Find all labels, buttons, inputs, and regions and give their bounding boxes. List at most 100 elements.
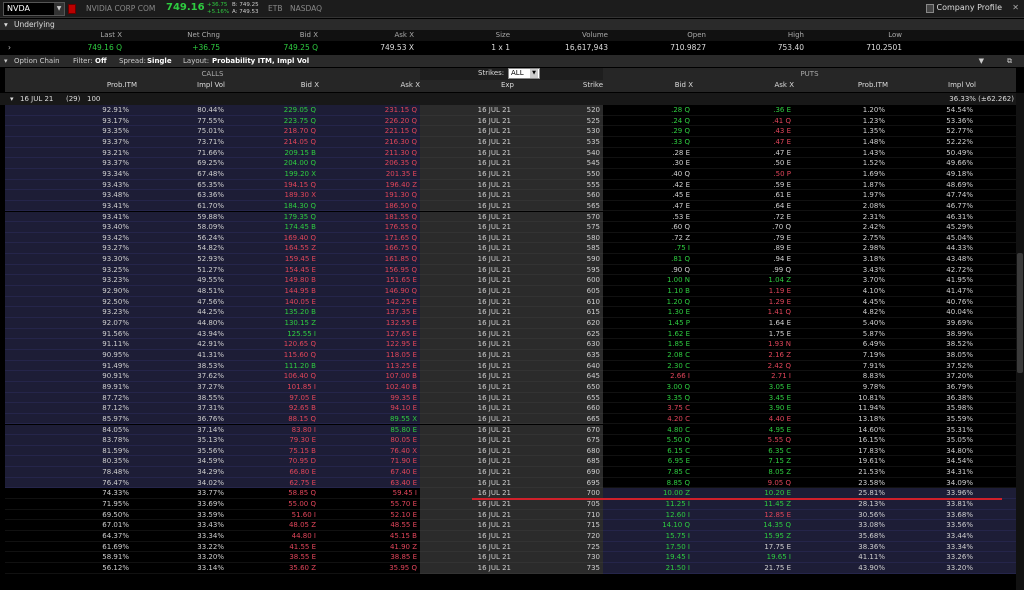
- col-call-impl-vol[interactable]: Impl Vol: [197, 81, 225, 89]
- cell-put-ask[interactable]: .89 E: [693, 243, 794, 254]
- cell-call-ask[interactable]: 137.35 E: [319, 307, 420, 318]
- collapse-icon[interactable]: ▾: [10, 93, 14, 105]
- table-row[interactable]: 89.91% 37.27% 101.85 I 102.40 B 16 JUL 21 650…: [5, 381, 1016, 393]
- close-icon[interactable]: ✕: [1012, 3, 1019, 12]
- cell-call-ask[interactable]: 186.50 Q: [319, 201, 420, 212]
- cell-put-bid[interactable]: .33 Q: [603, 137, 693, 148]
- cell-call-ask[interactable]: 67.40 E: [319, 467, 420, 478]
- cell-put-bid[interactable]: 1.85 E: [603, 339, 693, 350]
- col-put-bid[interactable]: Bid X: [675, 81, 693, 89]
- cell-put-ask[interactable]: 11.45 Z: [693, 499, 794, 510]
- cell-put-bid[interactable]: 1.45 P: [603, 318, 693, 329]
- cell-put-bid[interactable]: 2.08 C: [603, 350, 693, 361]
- cell-put-bid[interactable]: 14.10 Q: [603, 520, 693, 531]
- cell-call-ask[interactable]: 231.15 Q: [319, 105, 420, 116]
- cell-put-bid[interactable]: .81 Q: [603, 254, 693, 265]
- cell-put-bid[interactable]: .40 Q: [603, 169, 693, 180]
- cell-call-ask[interactable]: 71.90 E: [319, 456, 420, 467]
- cell-call-bid[interactable]: 75.15 B: [227, 446, 319, 457]
- table-row[interactable]: 93.23% 44.25% 135.20 B 137.35 E 16 JUL 21 615…: [5, 307, 1016, 318]
- cell-call-bid[interactable]: 149.80 B: [227, 275, 319, 286]
- table-row[interactable]: 90.91% 37.62% 106.40 Q 107.00 B 16 JUL 21 645…: [5, 371, 1016, 382]
- table-row[interactable]: 83.78% 35.13% 79.30 E 80.05 E 16 JUL 21 675 5.…: [5, 435, 1016, 446]
- table-row[interactable]: 81.59% 35.56% 75.15 B 76.40 X 16 JUL 21 680 6.…: [5, 445, 1016, 457]
- cell-call-bid[interactable]: 79.30 E: [227, 435, 319, 446]
- cell-call-ask[interactable]: 52.10 E: [319, 510, 420, 521]
- table-row[interactable]: 92.91% 80.44% 229.05 Q 231.15 Q 16 JUL 21 520…: [5, 105, 1016, 116]
- cell-call-bid[interactable]: 120.65 Q: [227, 339, 319, 350]
- symbol-dropdown-icon[interactable]: ▼: [54, 3, 64, 15]
- cell-call-ask[interactable]: 156.95 Q: [319, 265, 420, 276]
- cell-put-bid[interactable]: .60 Q: [603, 222, 693, 233]
- cell-put-bid[interactable]: 2.30 C: [603, 361, 693, 372]
- cell-call-bid[interactable]: 88.15 Q: [227, 414, 319, 425]
- cell-call-bid[interactable]: 144.95 B: [227, 286, 319, 297]
- cell-call-ask[interactable]: 76.40 X: [319, 446, 420, 457]
- cell-call-bid[interactable]: 204.00 Q: [227, 158, 319, 169]
- table-row[interactable]: 78.48% 34.29% 66.80 E 67.40 E 16 JUL 21 690 7.…: [5, 467, 1016, 478]
- chevron-down-icon[interactable]: ▼: [530, 69, 538, 78]
- cell-call-bid[interactable]: 184.30 Q: [227, 201, 319, 212]
- layout-value[interactable]: Probability ITM, Impl Vol: [212, 55, 309, 67]
- col-call-ask[interactable]: Ask X: [400, 81, 420, 89]
- scrollbar[interactable]: [1016, 93, 1024, 590]
- table-row[interactable]: 93.25% 51.27% 154.45 E 156.95 Q 16 JUL 21 595…: [5, 264, 1016, 276]
- cell-call-ask[interactable]: 99.35 E: [319, 393, 420, 404]
- cell-call-bid[interactable]: 66.80 E: [227, 467, 319, 478]
- cell-put-ask[interactable]: 21.75 E: [693, 563, 794, 574]
- cell-put-bid[interactable]: 6.95 E: [603, 456, 693, 467]
- spread-value[interactable]: Single: [147, 55, 172, 67]
- cell-call-bid[interactable]: 58.85 Q: [227, 488, 319, 499]
- cell-put-ask[interactable]: 12.85 E: [693, 510, 794, 521]
- cell-call-bid[interactable]: 41.55 E: [227, 542, 319, 553]
- header-low[interactable]: Low: [888, 31, 902, 39]
- cell-call-bid[interactable]: 164.55 Z: [227, 243, 319, 254]
- table-row[interactable]: 93.48% 63.36% 189.30 X 191.30 Q 16 JUL 21 560…: [5, 190, 1016, 201]
- table-row[interactable]: 58.91% 33.20% 38.55 E 38.85 E 16 JUL 21 730 19…: [5, 552, 1016, 563]
- cell-call-ask[interactable]: 63.40 E: [319, 478, 420, 489]
- cell-put-bid[interactable]: 4.20 C: [603, 414, 693, 425]
- cell-call-bid[interactable]: 174.45 B: [227, 222, 319, 233]
- cell-call-ask[interactable]: 38.85 E: [319, 552, 420, 563]
- cell-put-ask[interactable]: .99 Q: [693, 265, 794, 276]
- popout-icon[interactable]: ⧉: [1007, 55, 1012, 67]
- cell-call-ask[interactable]: 41.90 Z: [319, 542, 420, 553]
- header-high[interactable]: High: [788, 31, 804, 39]
- table-row[interactable]: 93.41% 59.88% 179.35 Q 181.55 Q 16 JUL 21 570…: [5, 211, 1016, 223]
- menu-icon[interactable]: ▼: [979, 55, 984, 67]
- col-exp[interactable]: Exp: [501, 81, 514, 89]
- header-ask[interactable]: Ask X: [394, 31, 414, 39]
- cell-call-ask[interactable]: 181.55 Q: [319, 212, 420, 223]
- table-row[interactable]: 91.49% 38.53% 111.20 B 113.25 E 16 JUL 21 640…: [5, 360, 1016, 372]
- cell-put-ask[interactable]: 2.71 I: [693, 371, 794, 382]
- cell-put-ask[interactable]: 17.75 E: [693, 542, 794, 553]
- cell-put-ask[interactable]: 1.04 Z: [693, 275, 794, 286]
- expiration-row[interactable]: ▾ 16 JUL 21 (29) 100 36.33% (±62.262): [0, 93, 1024, 105]
- cell-call-bid[interactable]: 154.45 E: [227, 265, 319, 276]
- table-row[interactable]: 84.05% 37.14% 83.80 I 85.80 E 16 JUL 21 670 4.…: [5, 424, 1016, 436]
- cell-call-bid[interactable]: 140.05 E: [227, 297, 319, 308]
- cell-call-ask[interactable]: 221.15 Q: [319, 126, 420, 137]
- cell-put-bid[interactable]: 15.75 I: [603, 531, 693, 542]
- cell-put-ask[interactable]: .47 E: [693, 137, 794, 148]
- cell-call-ask[interactable]: 226.20 Q: [319, 116, 420, 127]
- header-size[interactable]: Size: [496, 31, 510, 39]
- cell-put-ask[interactable]: .72 E: [693, 212, 794, 223]
- cell-call-ask[interactable]: 206.35 Q: [319, 158, 420, 169]
- cell-put-ask[interactable]: .50 E: [693, 158, 794, 169]
- table-row[interactable]: 93.23% 49.55% 149.80 B 151.65 E 16 JUL 21 600…: [5, 275, 1016, 287]
- cell-call-ask[interactable]: 80.05 E: [319, 435, 420, 446]
- header-volume[interactable]: Volume: [582, 31, 608, 39]
- cell-call-ask[interactable]: 216.30 Q: [319, 137, 420, 148]
- col-strike[interactable]: Strike: [583, 81, 603, 89]
- table-row[interactable]: 93.35% 75.01% 218.70 Q 221.15 Q 16 JUL 21 530…: [5, 126, 1016, 137]
- cell-put-ask[interactable]: 1.41 Q: [693, 307, 794, 318]
- cell-put-ask[interactable]: 7.15 Z: [693, 456, 794, 467]
- cell-call-bid[interactable]: 62.75 E: [227, 478, 319, 489]
- col-put-ask[interactable]: Ask X: [774, 81, 794, 89]
- cell-call-ask[interactable]: 48.55 E: [319, 520, 420, 531]
- cell-call-bid[interactable]: 92.65 B: [227, 403, 319, 414]
- cell-call-bid[interactable]: 218.70 Q: [227, 126, 319, 137]
- cell-put-bid[interactable]: .53 E: [603, 212, 693, 223]
- cell-call-bid[interactable]: 44.80 I: [227, 531, 319, 542]
